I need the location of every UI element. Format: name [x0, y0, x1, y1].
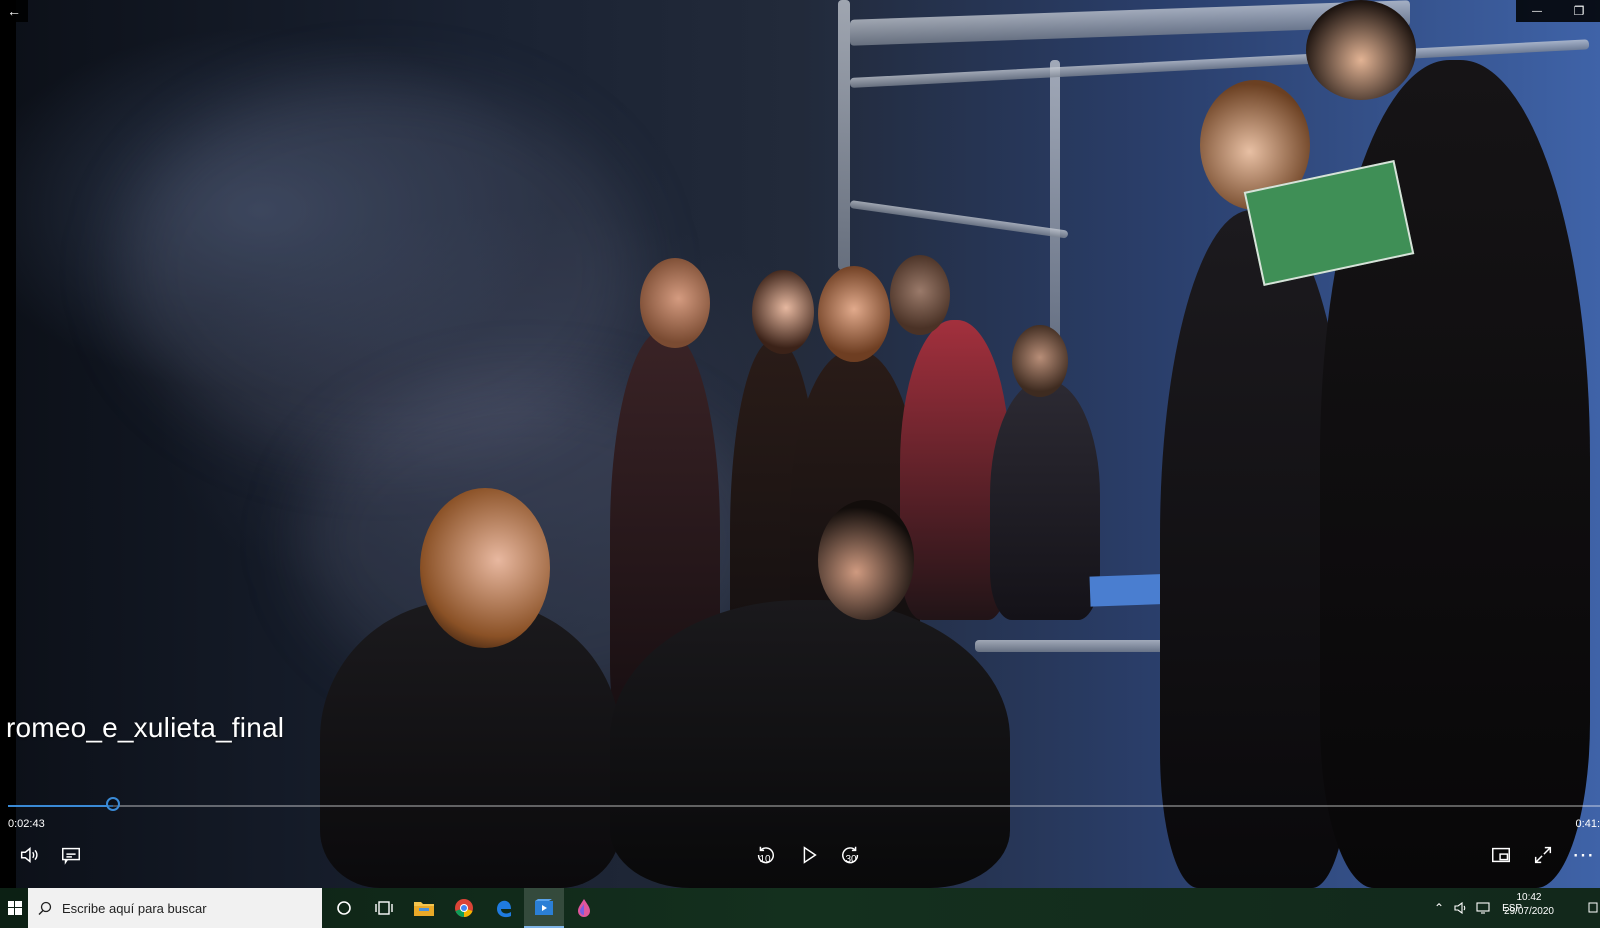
more-icon: ⋯	[1572, 842, 1594, 867]
edge-button[interactable]	[484, 888, 524, 928]
person-head	[1306, 0, 1416, 100]
back-button[interactable]: ←	[0, 0, 28, 22]
task-view-icon	[375, 901, 393, 915]
video-letterbox	[0, 0, 16, 888]
person-silhouette	[990, 380, 1100, 620]
task-view-button[interactable]	[364, 888, 404, 928]
movies-tv-icon	[535, 899, 553, 915]
volume-button[interactable]	[12, 838, 46, 872]
edge-icon	[497, 900, 511, 918]
clock-time: 10:42	[1516, 892, 1542, 903]
person-head	[818, 266, 890, 362]
skip-forward-button[interactable]: 30	[834, 838, 868, 872]
back-arrow-icon: ←	[7, 3, 21, 19]
person-head	[890, 255, 950, 335]
cortana-button[interactable]	[324, 888, 364, 928]
person-head	[640, 258, 710, 348]
taskbar-search-placeholder: Escribe aquí para buscar	[62, 900, 207, 916]
notifications-button[interactable]	[1586, 888, 1600, 928]
video-title: romeo_e_xulieta_final	[6, 712, 285, 743]
start-button[interactable]	[4, 888, 26, 928]
minimize-icon: —	[1532, 5, 1542, 17]
mini-view-button[interactable]	[1484, 838, 1518, 872]
scaffold-rail	[849, 200, 1069, 239]
notifications-icon	[1588, 902, 1598, 913]
remaining-time: 0:41:	[1575, 818, 1600, 830]
play-icon	[803, 846, 817, 864]
movies-tv-button[interactable]	[524, 888, 564, 928]
minimize-button[interactable]: —	[1516, 0, 1558, 22]
restore-icon: ❐	[1573, 4, 1585, 18]
file-explorer-icon	[414, 902, 434, 916]
fullscreen-icon	[1534, 846, 1552, 864]
volume-icon	[20, 847, 38, 863]
subtitles-button[interactable]	[54, 838, 88, 872]
mini-view-icon	[1492, 847, 1510, 863]
elapsed-time: 0:02:43	[8, 818, 45, 830]
paint-3d-button[interactable]	[564, 888, 604, 928]
seek-bar-progress	[8, 805, 114, 807]
chrome-button[interactable]	[444, 888, 484, 928]
taskbar-search-box[interactable]: Escribe aquí para buscar	[28, 888, 322, 928]
person-head	[420, 488, 550, 648]
search-icon	[38, 901, 52, 915]
person-head	[752, 270, 814, 354]
seek-bar-thumb[interactable]	[106, 797, 121, 811]
paint-3d-icon	[578, 899, 590, 917]
skip-forward-seconds: 30	[845, 854, 857, 865]
person-head	[818, 500, 914, 620]
chrome-icon	[455, 899, 473, 917]
seek-bar[interactable]	[8, 805, 1600, 807]
scaffold-pole	[838, 0, 850, 270]
person-head	[1012, 325, 1068, 397]
play-button[interactable]	[792, 838, 826, 872]
skip-back-seconds: 10	[759, 854, 771, 865]
video-frame[interactable]	[0, 0, 1600, 888]
taskbar-clock[interactable]: 10:42 29/07/2020	[1504, 891, 1554, 919]
subtitles-icon	[62, 847, 80, 865]
more-options-button[interactable]: ⋯	[1566, 838, 1600, 872]
cortana-icon	[337, 901, 351, 915]
fullscreen-button[interactable]	[1526, 838, 1560, 872]
clock-date: 29/07/2020	[1503, 906, 1554, 917]
windows-logo-icon	[8, 901, 22, 915]
skip-back-button[interactable]: 10	[748, 838, 782, 872]
scaffold-pole	[1050, 60, 1060, 340]
restore-button[interactable]: ❐	[1558, 0, 1600, 22]
show-hidden-icons-icon[interactable]: ⌃	[1434, 901, 1444, 915]
network-icon[interactable]	[1476, 902, 1492, 914]
speaker-icon[interactable]	[1454, 902, 1468, 914]
file-explorer-button[interactable]	[404, 888, 444, 928]
